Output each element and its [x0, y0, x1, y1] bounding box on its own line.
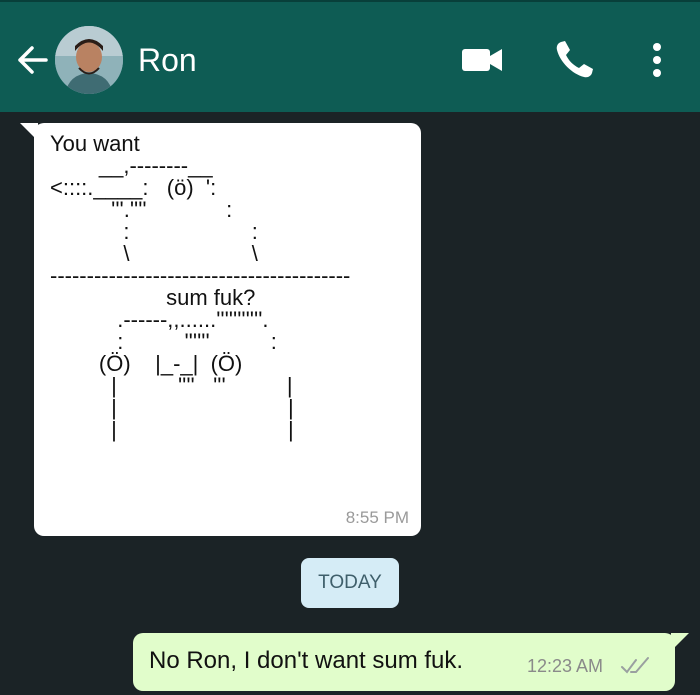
outgoing-message[interactable]: No Ron, I don't want sum fuk. 12:23 AM [133, 633, 689, 691]
date-separator: TODAY [301, 558, 399, 608]
message-text: No Ron, I don't want sum fuk. [149, 647, 464, 674]
chat-header: Ron [0, 0, 700, 112]
avatar[interactable] [55, 26, 123, 94]
message-time: 8:55 PM [345, 508, 409, 527]
avatar-image [55, 26, 123, 94]
arrow-left-icon[interactable] [10, 40, 50, 80]
incoming-message[interactable]: You want __,--------__ <::::.____: (ö) '… [20, 123, 421, 536]
double-check-icon [621, 657, 649, 674]
phone-icon[interactable] [552, 38, 596, 82]
bubble-tail [20, 123, 38, 141]
message-time: 12:23 AM [527, 656, 604, 676]
video-camera-icon[interactable] [460, 42, 506, 78]
message-text: You want __,--------__ <::::.____: (ö) '… [50, 131, 351, 442]
bubble-tail [671, 633, 689, 651]
contact-name[interactable]: Ron [138, 40, 197, 80]
more-vert-icon[interactable] [642, 40, 672, 80]
